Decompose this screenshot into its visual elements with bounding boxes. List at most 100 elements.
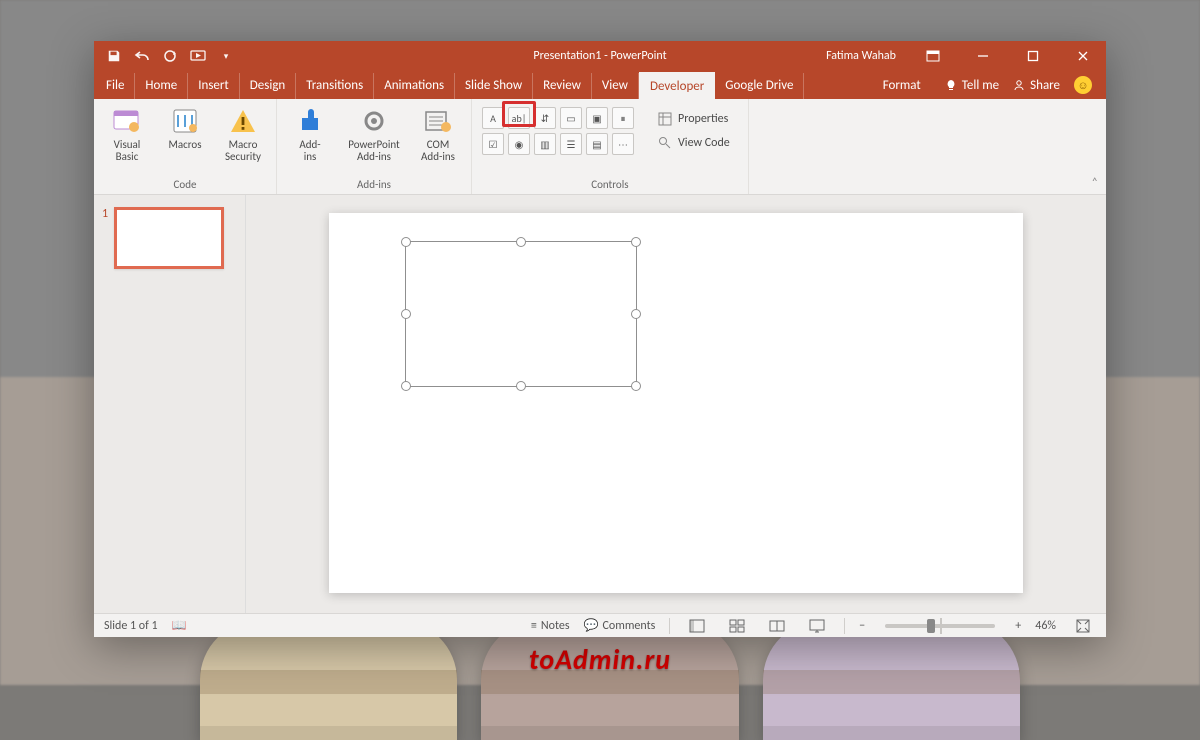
spellcheck-icon[interactable]: 📖 [172,618,187,633]
signed-in-user[interactable]: Fatima Wahab [816,49,906,63]
separator [669,618,670,634]
tab-home[interactable]: Home [135,73,188,99]
close-button[interactable] [1060,41,1106,71]
powerpoint-addins-button[interactable]: PowerPoint Add-ins [341,103,407,163]
slide-canvas-area[interactable] [246,195,1106,613]
slideshow-view-button[interactable] [804,617,830,635]
morecontrols-button[interactable]: ⋯ [612,133,634,155]
addins-button[interactable]: Add- ins [283,103,337,163]
zoom-percentage[interactable]: 46% [1035,619,1056,633]
inserted-textbox-control[interactable] [405,241,637,387]
separator [844,618,845,634]
scrollbar-control-button[interactable]: ⏸ [612,107,634,129]
reading-view-button[interactable] [764,617,790,635]
tab-slide-show[interactable]: Slide Show [455,73,533,99]
qat-customize-icon[interactable]: ▾ [216,46,236,66]
group-label-addins: Add-ins [357,176,391,194]
resize-handle[interactable] [401,237,411,247]
macaron-decor [200,620,457,740]
slide-thumbnail-pane[interactable]: 1 [94,195,246,613]
tab-file[interactable]: File [96,73,135,99]
slide-thumbnail[interactable] [114,207,224,269]
resize-handle[interactable] [516,237,526,247]
textbox-control-button[interactable]: ab| [508,107,530,129]
watermark: toAdmin.ru [529,642,671,677]
titlebar: ▾ Presentation1 - PowerPoint Fatima Waha… [94,41,1106,71]
view-code-button[interactable]: View Code [658,133,730,153]
status-bar: Slide 1 of 1 📖 ≡ Notes 💬 Comments − + 46… [94,613,1106,637]
togglebutton-control-button[interactable]: ▤ [586,133,608,155]
resize-handle[interactable] [516,381,526,391]
resize-handle[interactable] [401,381,411,391]
listbox-control-button[interactable]: ☰ [560,133,582,155]
redo-icon[interactable] [160,46,180,66]
comments-button[interactable]: 💬 Comments [584,618,656,633]
slide-sorter-view-button[interactable] [724,617,750,635]
image-control-button[interactable]: ▣ [586,107,608,129]
resize-handle[interactable] [631,309,641,319]
resize-handle[interactable] [401,309,411,319]
label-control-button[interactable]: A [482,107,504,129]
powerpoint-window: ▾ Presentation1 - PowerPoint Fatima Waha… [94,41,1106,637]
resize-handle[interactable] [631,237,641,247]
collapse-ribbon-icon[interactable]: ˄ [1092,176,1098,190]
visual-basic-button[interactable]: Visual Basic [100,103,154,163]
properties-icon [658,112,672,126]
activex-controls-gallery: A ab| ⇵ ▭ ▣ ⏸ ☑ ◉ ▥ ☰ ▤ ⋯ [482,103,634,176]
fit-to-window-button[interactable] [1070,617,1096,635]
commandbutton-control-button[interactable]: ▭ [560,107,582,129]
ribbon-display-options-icon[interactable] [910,41,956,71]
slide[interactable] [329,213,1023,593]
window-title: Presentation1 - PowerPoint [533,49,666,63]
workspace: 1 [94,195,1106,613]
com-addins-icon [422,105,454,137]
combobox-control-button[interactable]: ▥ [534,133,556,155]
checkbox-control-button[interactable]: ☑ [482,133,504,155]
group-label-code: Code [174,176,197,194]
resize-handle[interactable] [631,381,641,391]
quick-access-toolbar: ▾ [94,41,246,71]
visual-basic-icon [111,105,143,137]
tab-format[interactable]: Format [873,73,931,99]
tab-design[interactable]: Design [240,73,296,99]
macros-button[interactable]: Macros [158,103,212,151]
share-button[interactable]: Share [1013,78,1060,93]
tab-view[interactable]: View [592,73,639,99]
feedback-smiley-icon[interactable]: ☺ [1074,76,1092,94]
properties-button[interactable]: Properties [658,109,730,129]
spin-control-button[interactable]: ⇵ [534,107,556,129]
group-label-controls: Controls [591,176,628,194]
notes-button[interactable]: ≡ Notes [531,619,570,633]
optionbutton-control-button[interactable]: ◉ [508,133,530,155]
undo-icon[interactable] [132,46,152,66]
tab-developer[interactable]: Developer [639,72,715,100]
gear-icon [358,105,390,137]
tab-insert[interactable]: Insert [188,73,240,99]
ribbon-group-controls: A ab| ⇵ ▭ ▣ ⏸ ☑ ◉ ▥ ☰ ▤ ⋯ Properties [472,99,749,194]
com-addins-button[interactable]: COM Add-ins [411,103,465,163]
macros-icon [169,105,201,137]
ribbon-group-code: Visual Basic Macros Macro Security Code [94,99,277,194]
share-icon [1013,79,1025,91]
thumbnail-number: 1 [102,207,108,221]
tab-google-drive[interactable]: Google Drive [715,73,804,99]
macaron-decor [481,620,738,740]
zoom-slider[interactable] [885,624,995,628]
lightbulb-icon [945,79,957,91]
normal-view-button[interactable] [684,617,710,635]
ribbon-group-addins: Add- ins PowerPoint Add-ins COM Add-ins … [277,99,472,194]
save-icon[interactable] [104,46,124,66]
macro-security-button[interactable]: Macro Security [216,103,270,163]
zoom-in-button[interactable]: + [1015,619,1021,633]
tell-me-button[interactable]: Tell me [945,78,999,93]
controls-side-commands: Properties View Code [650,103,738,176]
maximize-button[interactable] [1010,41,1056,71]
tab-transitions[interactable]: Transitions [296,73,374,99]
ribbon-tabs: File Home Insert Design Transitions Anim… [94,71,1106,99]
zoom-out-button[interactable]: − [859,619,865,633]
start-slideshow-icon[interactable] [188,46,208,66]
tab-review[interactable]: Review [533,73,592,99]
macro-security-icon [227,105,259,137]
minimize-button[interactable] [960,41,1006,71]
tab-animations[interactable]: Animations [374,73,455,99]
